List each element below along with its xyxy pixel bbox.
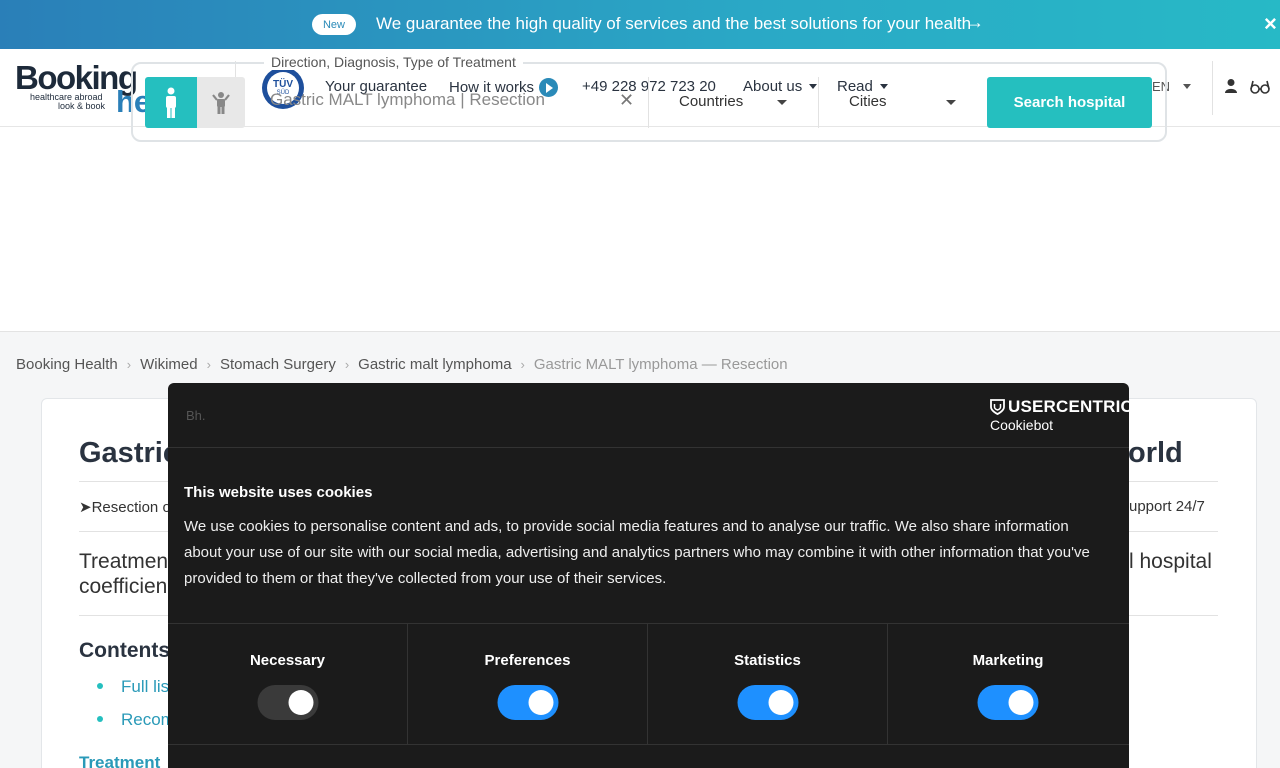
breadcrumb: Booking Health › Wikimed › Stomach Surge… — [16, 356, 788, 373]
section-link[interactable]: Treatment — [79, 753, 160, 768]
toggle-knob — [768, 690, 793, 715]
close-icon[interactable]: × — [1264, 11, 1277, 37]
glasses-icon[interactable] — [1250, 80, 1270, 94]
support-text: upport 24/7 — [1129, 498, 1205, 515]
option-label: Necessary — [249, 652, 326, 669]
divider — [648, 77, 649, 128]
bullet — [97, 716, 103, 722]
chevron-down-icon[interactable] — [946, 100, 956, 105]
banner-text[interactable]: We guarantee the high quality of service… — [376, 14, 971, 34]
page-title: Gastric — [79, 437, 179, 469]
breadcrumb-item[interactable]: Gastric malt lymphoma — [358, 356, 511, 373]
cookiebot-brand: Cookiebot — [990, 417, 1054, 433]
child-icon — [212, 91, 230, 114]
option-label: Statistics — [734, 652, 801, 669]
divider — [818, 77, 819, 128]
treatment-text-2: coefficien — [79, 575, 168, 598]
toggle-knob — [528, 690, 553, 715]
option-preferences: Preferences — [408, 624, 648, 744]
cookie-body-text: We use cookies to personalise content an… — [184, 518, 1090, 587]
top-banner[interactable]: New We guarantee the high quality of ser… — [0, 0, 1280, 49]
breadcrumb-item[interactable]: Stomach Surgery — [220, 356, 336, 373]
bullet — [97, 683, 103, 689]
clear-icon[interactable]: ✕ — [619, 90, 634, 111]
cookie-consent-dialog: Bh. USERCENTRICS Cookiebot This website … — [168, 383, 1144, 768]
adult-toggle[interactable] — [145, 77, 197, 128]
arrow-right-icon[interactable]: → — [966, 12, 984, 33]
option-marketing: Marketing — [888, 624, 1128, 744]
shield-icon — [990, 399, 1005, 415]
necessary-toggle[interactable] — [257, 685, 318, 720]
chevron-right-icon: › — [520, 357, 525, 372]
cookie-dialog-header: Bh. USERCENTRICS Cookiebot — [168, 383, 1144, 448]
chevron-right-icon: › — [126, 357, 132, 372]
resection-line: ➤Resection o — [79, 499, 171, 516]
site-logo: Bh. — [186, 408, 206, 423]
new-badge: New — [312, 14, 356, 35]
contents-link[interactable]: Recom — [121, 710, 175, 730]
page-title-end: orld — [1128, 437, 1183, 469]
treatment-text: Treatmen — [79, 550, 169, 573]
hospital-text: l hospital — [1129, 550, 1212, 573]
search-legend: Direction, Diagnosis, Type of Treatment — [264, 54, 523, 70]
search-input[interactable] — [270, 90, 610, 110]
option-necessary: Necessary — [168, 624, 408, 744]
child-toggle[interactable] — [197, 77, 245, 128]
usercentrics-brand: USERCENTRICS — [1008, 397, 1145, 416]
preferences-toggle[interactable] — [497, 685, 558, 720]
contents-heading: Contents — [79, 639, 170, 662]
cookie-options: Necessary Preferences Statistics Marketi… — [168, 623, 1129, 745]
toggle-knob — [1008, 690, 1034, 715]
toggle-knob — [288, 690, 313, 715]
option-label: Marketing — [972, 652, 1044, 669]
search-hospital-button[interactable]: Search hospital — [987, 77, 1152, 128]
adult-icon — [166, 87, 176, 118]
user-icon[interactable] — [1224, 78, 1238, 94]
breadcrumb-item[interactable]: Wikimed — [140, 356, 198, 373]
option-label: Preferences — [484, 652, 571, 669]
chevron-down-icon[interactable] — [777, 100, 787, 105]
option-statistics: Statistics — [648, 624, 888, 744]
cookie-title: This website uses cookies — [184, 484, 373, 501]
search-section — [0, 127, 1280, 332]
chevron-right-icon: › — [206, 357, 211, 372]
breadcrumb-current: Gastric MALT lymphoma — Resection — [533, 356, 788, 373]
chevron-right-icon: › — [344, 357, 350, 372]
chevron-down-icon — [1183, 84, 1192, 89]
logo-tagline-2: look & book — [58, 101, 106, 111]
contents-link[interactable]: Full lis — [121, 677, 169, 697]
breadcrumb-item[interactable]: Booking Health — [16, 356, 118, 373]
divider — [1212, 61, 1213, 115]
countries-dropdown[interactable]: Countries — [679, 93, 743, 110]
marketing-toggle[interactable] — [977, 685, 1039, 720]
cities-dropdown[interactable]: Cities — [849, 93, 887, 110]
statistics-toggle[interactable] — [737, 685, 798, 720]
